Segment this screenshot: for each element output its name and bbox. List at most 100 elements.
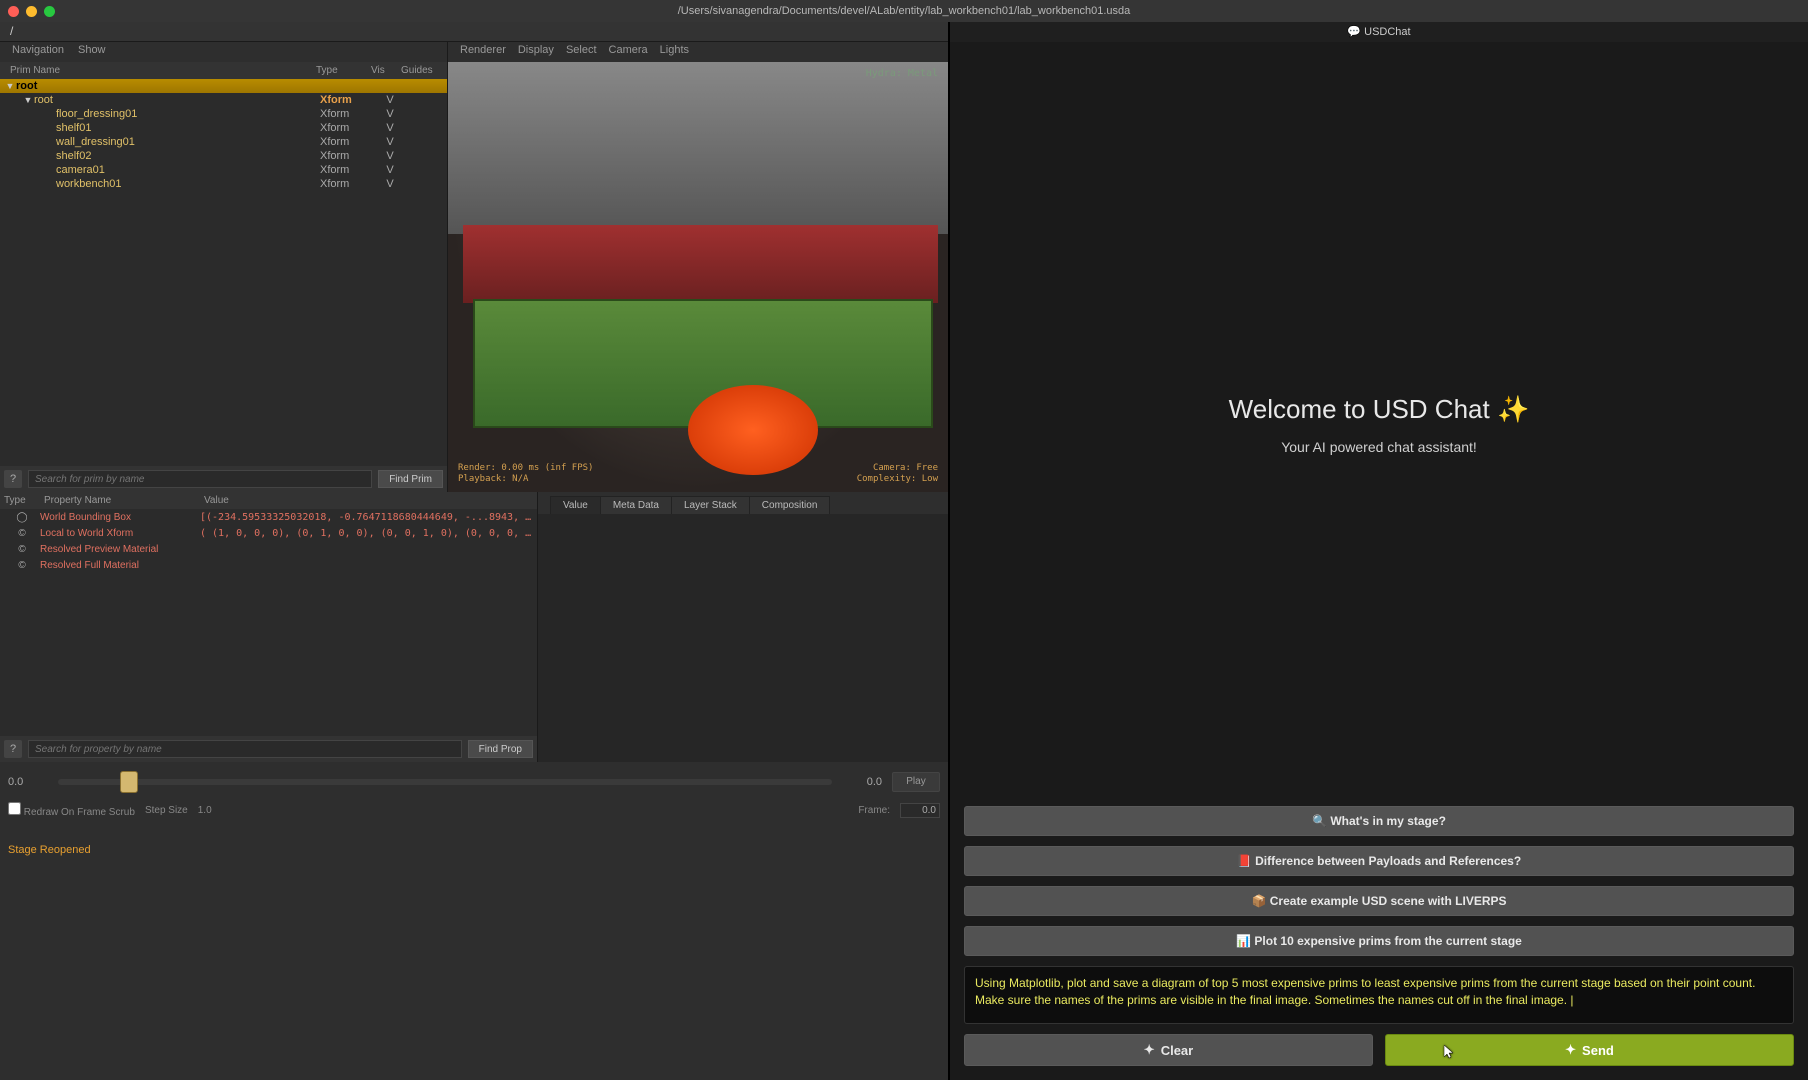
detail-tabs-panel: Value Meta Data Layer Stack Composition xyxy=(538,492,948,762)
property-list[interactable]: ◯World Bounding Box[(-234.59533325032018… xyxy=(0,509,537,736)
prim-type: Xform xyxy=(320,164,375,176)
property-panel: Type Property Name Value ◯World Bounding… xyxy=(0,492,538,762)
usdchat-title: 💬 USDChat xyxy=(950,22,1808,42)
property-row[interactable]: ◯World Bounding Box[(-234.59533325032018… xyxy=(0,509,537,525)
camera-menu[interactable]: Camera xyxy=(609,44,648,60)
usdchat-panel: 💬 USDChat Welcome to USD Chat ✨ Your AI … xyxy=(948,22,1808,1080)
lights-menu[interactable]: Lights xyxy=(660,44,689,60)
suggest-payloads-refs[interactable]: 📕 Difference between Payloads and Refere… xyxy=(964,846,1794,876)
viewport-canvas[interactable]: Hydra: Metal Render: 0.00 ms (inf FPS) P… xyxy=(448,62,948,492)
prop-value: ( (1, 0, 0, 0), (0, 1, 0, 0), (0, 0, 1, … xyxy=(200,528,533,539)
col-prop-type[interactable]: Type xyxy=(4,495,44,506)
prim-name: camera01 xyxy=(56,164,320,176)
prop-name: Resolved Preview Material xyxy=(40,544,200,555)
minimize-window-button[interactable] xyxy=(26,6,37,17)
timeline-thumb[interactable] xyxy=(120,771,138,793)
col-prim-name[interactable]: Prim Name xyxy=(4,65,316,76)
suggest-create-liverps[interactable]: 📦 Create example USD scene with LIVERPS xyxy=(964,886,1794,916)
chat-welcome-subtitle: Your AI powered chat assistant! xyxy=(1281,439,1477,455)
tree-row[interactable]: wall_dressing01XformV xyxy=(0,135,447,149)
property-row[interactable]: ©Resolved Preview Material xyxy=(0,541,537,557)
property-row[interactable]: ©Local to World Xform( (1, 0, 0, 0), (0,… xyxy=(0,525,537,541)
viewport-panel: Renderer Display Select Camera Lights Hy… xyxy=(448,42,948,492)
col-vis[interactable]: Vis xyxy=(371,65,401,76)
vp-renderer-label: Hydra: Metal xyxy=(866,68,938,79)
chat-input[interactable]: Using Matplotlib, plot and save a diagra… xyxy=(964,966,1794,1024)
suggest-plot-expensive[interactable]: 📊 Plot 10 expensive prims from the curre… xyxy=(964,926,1794,956)
prim-vis[interactable]: V xyxy=(375,150,405,162)
close-window-button[interactable] xyxy=(8,6,19,17)
tab-layerstack[interactable]: Layer Stack xyxy=(671,496,750,514)
display-menu[interactable]: Display xyxy=(518,44,554,60)
find-prop-button[interactable]: Find Prop xyxy=(468,740,533,758)
clear-button[interactable]: ✦ Clear xyxy=(964,1034,1373,1066)
expand-icon[interactable]: ▼ xyxy=(4,81,16,91)
maximize-window-button[interactable] xyxy=(44,6,55,17)
prop-name: Local to World Xform xyxy=(40,528,200,539)
prim-name: shelf01 xyxy=(56,122,320,134)
property-row[interactable]: ©Resolved Full Material xyxy=(0,557,537,573)
renderer-menu[interactable]: Renderer xyxy=(460,44,506,60)
prop-search-help[interactable]: ? xyxy=(4,740,22,758)
prim-type: Xform xyxy=(320,178,375,190)
prim-vis[interactable]: V xyxy=(375,108,405,120)
prim-name: shelf02 xyxy=(56,150,320,162)
chat-scroll-area[interactable]: Welcome to USD Chat ✨ Your AI powered ch… xyxy=(950,42,1808,806)
frame-input[interactable] xyxy=(900,803,940,818)
detail-tab-body xyxy=(538,514,948,762)
viewport-menubar: Renderer Display Select Camera Lights xyxy=(448,42,948,62)
tree-row[interactable]: ▼root xyxy=(0,79,447,93)
scene-wall xyxy=(448,62,948,234)
stepsize-value: 1.0 xyxy=(198,805,212,816)
stepsize-label: Step Size xyxy=(145,805,188,816)
outliner-menubar: Navigation Show xyxy=(0,42,447,62)
outliner-panel: Navigation Show Prim Name Type Vis Guide… xyxy=(0,42,448,492)
timeline-panel: 0.0 0.0 Play Redraw On Frame Scrub Step … xyxy=(0,762,948,842)
scene-stool xyxy=(688,385,818,475)
prim-name: floor_dressing01 xyxy=(56,108,320,120)
play-button[interactable]: Play xyxy=(892,772,940,792)
prim-type: Xform xyxy=(320,150,375,162)
tab-composition[interactable]: Composition xyxy=(749,496,831,514)
prim-vis[interactable]: V xyxy=(375,178,405,190)
col-guides[interactable]: Guides xyxy=(401,65,443,76)
tree-row[interactable]: floor_dressing01XformV xyxy=(0,107,447,121)
expand-icon[interactable]: ▼ xyxy=(22,95,34,105)
prim-search-input[interactable] xyxy=(28,470,372,488)
find-prim-button[interactable]: Find Prim xyxy=(378,470,443,488)
redraw-checkbox-wrap[interactable]: Redraw On Frame Scrub xyxy=(8,802,135,818)
tree-row[interactable]: ▼rootXformV xyxy=(0,93,447,107)
window-title: /Users/sivanagendra/Documents/devel/ALab… xyxy=(678,5,1131,17)
suggest-whats-in-stage[interactable]: 🔍 What's in my stage? xyxy=(964,806,1794,836)
show-menu[interactable]: Show xyxy=(78,44,106,60)
prim-vis[interactable]: V xyxy=(375,94,405,106)
redraw-checkbox[interactable] xyxy=(8,802,21,815)
tab-metadata[interactable]: Meta Data xyxy=(600,496,672,514)
tab-value[interactable]: Value xyxy=(550,496,601,514)
navigation-menu[interactable]: Navigation xyxy=(12,44,64,60)
tree-row[interactable]: shelf02XformV xyxy=(0,149,447,163)
frame-label: Frame: xyxy=(858,805,890,816)
outliner-tree[interactable]: ▼root▼rootXformVfloor_dressing01XformVsh… xyxy=(0,79,447,466)
prim-vis[interactable]: V xyxy=(375,136,405,148)
prim-vis[interactable]: V xyxy=(375,164,405,176)
tree-row[interactable]: camera01XformV xyxy=(0,163,447,177)
scene-benchtop xyxy=(463,225,938,302)
tree-row[interactable]: shelf01XformV xyxy=(0,121,447,135)
timeline-slider[interactable] xyxy=(58,779,832,785)
select-menu[interactable]: Select xyxy=(566,44,597,60)
timeline-end: 0.0 xyxy=(842,776,882,788)
col-prop-value[interactable]: Value xyxy=(204,495,533,506)
breadcrumb[interactable]: / xyxy=(0,22,948,42)
prop-search-input[interactable] xyxy=(28,740,462,758)
vp-camera-stats: Camera: Free Complexity: Low xyxy=(857,463,938,486)
send-button[interactable]: ✦ Send xyxy=(1385,1034,1794,1066)
col-prop-name[interactable]: Property Name xyxy=(44,495,204,506)
col-type[interactable]: Type xyxy=(316,65,371,76)
prim-search-help[interactable]: ? xyxy=(4,470,22,488)
prim-type: Xform xyxy=(320,122,375,134)
tree-row[interactable]: workbench01XformV xyxy=(0,177,447,191)
prop-search-row: ? Find Prop xyxy=(0,736,537,762)
prim-vis[interactable]: V xyxy=(375,122,405,134)
traffic-lights xyxy=(8,6,55,17)
